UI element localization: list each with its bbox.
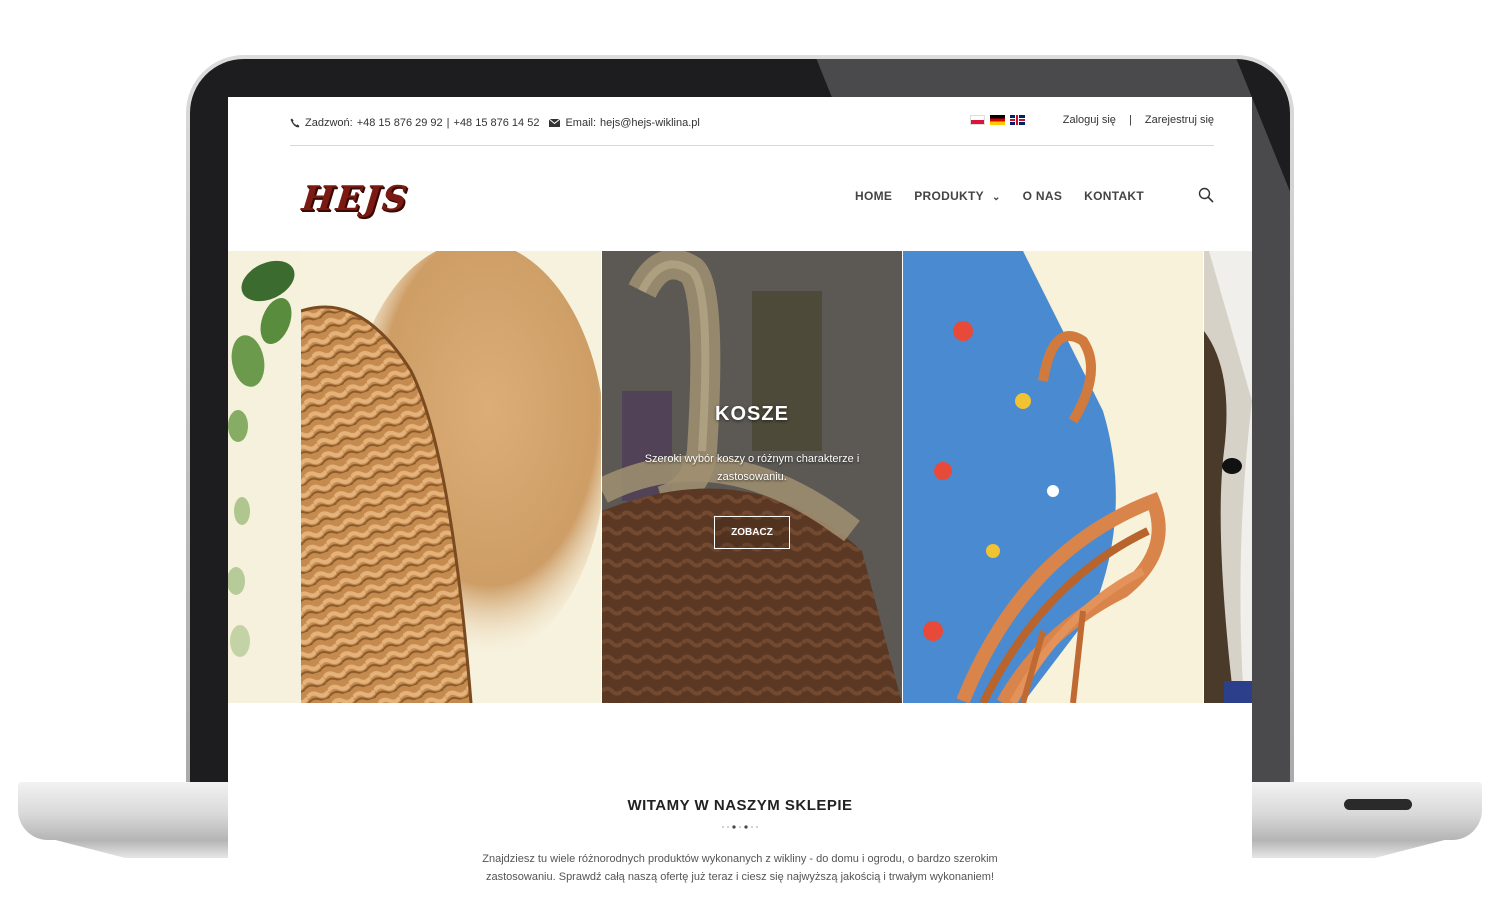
search-icon[interactable] (1198, 187, 1214, 203)
site-header: HEJS HOME PRODUKTY ⌄ O NAS KONTAKT (290, 175, 1214, 219)
wicker-basket-image (301, 251, 601, 703)
email-link[interactable]: hejs@hejs-wiklina.pl (600, 117, 700, 129)
phone-number-1[interactable]: +48 15 876 29 92 (357, 117, 443, 129)
welcome-section: WITAMY W NASZYM SKLEPIE Znajdziesz tu wi… (228, 797, 1252, 886)
account-links: Zaloguj się | Zarejestruj się (1063, 114, 1214, 126)
dog-image (1204, 251, 1252, 703)
nav-home[interactable]: HOME (855, 189, 892, 203)
account-separator: | (1129, 114, 1132, 126)
divider-ornament (722, 825, 758, 829)
logo[interactable]: HEJS (300, 179, 411, 219)
mail-icon (549, 119, 561, 127)
nav-contact[interactable]: KONTAKT (1084, 189, 1144, 203)
welcome-title: WITAMY W NASZYM SKLEPIE (627, 797, 853, 814)
main-nav: HOME PRODUKTY ⌄ O NAS KONTAKT (855, 189, 1166, 203)
slide-dog-edge[interactable] (1204, 251, 1252, 703)
nav-products-label: PRODUKTY (914, 189, 984, 203)
slide-title: KOSZE (715, 403, 789, 425)
phone-number-2[interactable]: +48 15 876 14 52 (454, 117, 540, 129)
en-flag-icon[interactable] (1010, 115, 1025, 125)
top-bar: Zadzwoń: +48 15 876 29 92 | +48 15 876 1… (290, 97, 1214, 146)
register-link[interactable]: Zarejestruj się (1145, 114, 1214, 126)
slide-description: Szeroki wybór koszy o różnym charakterze… (644, 453, 860, 483)
nav-about[interactable]: O NAS (1023, 189, 1063, 203)
plant-image (228, 260, 295, 657)
login-link[interactable]: Zaloguj się (1063, 114, 1116, 126)
de-flag-icon[interactable] (990, 115, 1005, 125)
call-label: Zadzwoń: (305, 117, 353, 129)
see-more-button[interactable]: ZOBACZ (714, 516, 790, 549)
fabric-basket-image (903, 251, 1166, 703)
welcome-text: Znajdziesz tu wiele różnorodnych produkt… (482, 853, 998, 883)
chevron-down-icon: ⌄ (991, 192, 1001, 203)
pl-flag-icon[interactable] (970, 115, 985, 125)
phone-icon (290, 118, 300, 128)
language-switcher (970, 115, 1025, 125)
contact-info: Zadzwoń: +48 15 876 29 92 | +48 15 876 1… (290, 117, 704, 129)
slide-wicker-closeup[interactable] (301, 251, 601, 703)
slide-caption: KOSZE Szeroki wybór koszy o różnym chara… (602, 403, 902, 549)
nav-products[interactable]: PRODUKTY ⌄ (914, 189, 1000, 203)
email-label: Email: (565, 117, 597, 129)
slide-plant-edge[interactable] (228, 251, 301, 703)
slide-fabric-basket[interactable] (903, 251, 1203, 703)
laptop-trackpad-notch (1344, 799, 1412, 810)
website-screen: Zadzwoń: +48 15 876 29 92 | +48 15 876 1… (228, 97, 1252, 920)
slide-kosze[interactable]: KOSZE Szeroki wybór koszy o różnym chara… (602, 251, 902, 703)
hero-slider[interactable]: KOSZE Szeroki wybór koszy o różnym chara… (228, 251, 1252, 703)
phone-separator: | (446, 117, 450, 129)
